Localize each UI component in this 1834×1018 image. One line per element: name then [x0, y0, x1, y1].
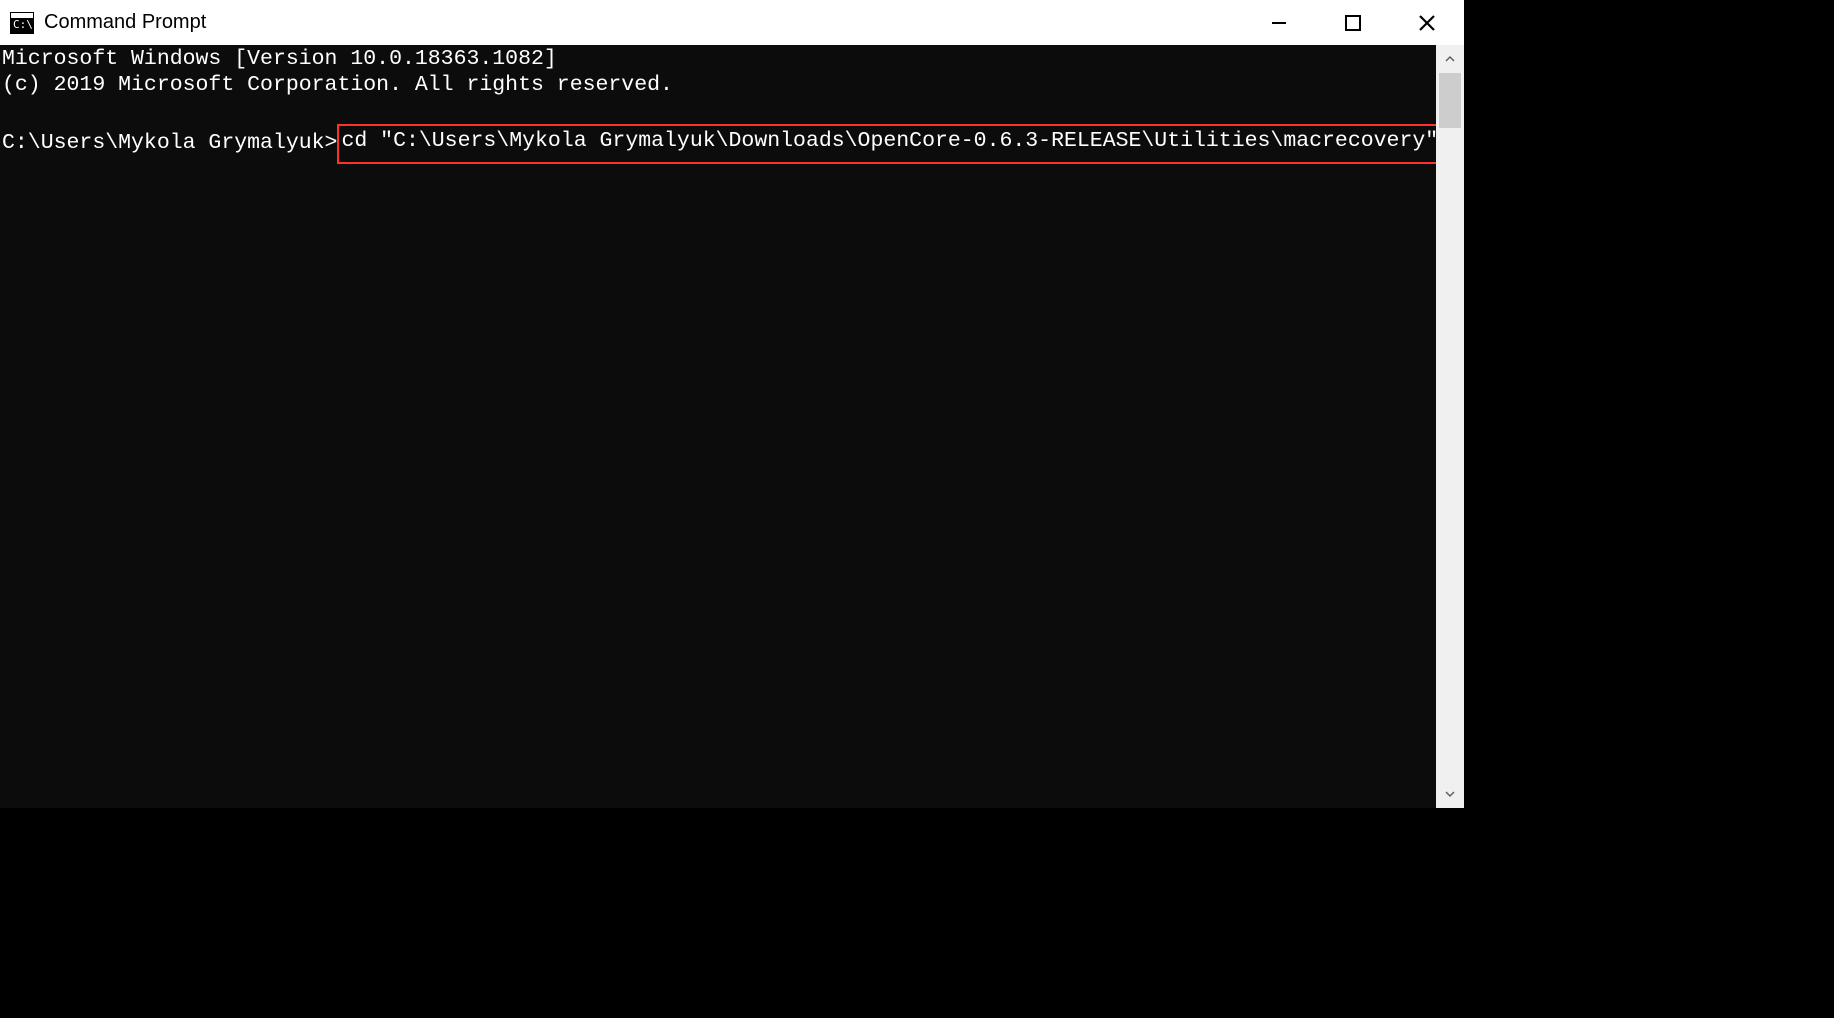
- scroll-thumb[interactable]: [1439, 73, 1461, 128]
- scroll-up-arrow-icon[interactable]: [1436, 45, 1464, 73]
- scroll-down-arrow-icon[interactable]: [1436, 780, 1464, 808]
- typed-command: cd "C:\Users\Mykola Grymalyuk\Downloads\…: [341, 129, 1436, 153]
- window-title: Command Prompt: [44, 11, 206, 34]
- svg-text:C:\: C:\: [13, 18, 33, 31]
- vertical-scrollbar[interactable]: [1436, 45, 1464, 808]
- prompt-line: C:\Users\Mykola Grymalyuk>cd "C:\Users\M…: [2, 124, 1436, 165]
- highlighted-command-annotation: cd "C:\Users\Mykola Grymalyuk\Downloads\…: [337, 124, 1436, 165]
- prompt-text: C:\Users\Mykola Grymalyuk>: [2, 131, 337, 157]
- scroll-track[interactable]: [1436, 73, 1464, 780]
- close-button[interactable]: [1390, 0, 1464, 45]
- output-line: (c) 2019 Microsoft Corporation. All righ…: [2, 73, 1436, 99]
- cmd-app-icon: C:\: [10, 12, 34, 34]
- window-buttons: [1242, 0, 1464, 45]
- blank-line: [2, 98, 1436, 124]
- command-prompt-window: C:\ Command Prompt Microsoft Windows [Ve…: [0, 0, 1464, 808]
- terminal-output[interactable]: Microsoft Windows [Version 10.0.18363.10…: [0, 45, 1436, 808]
- output-line: Microsoft Windows [Version 10.0.18363.10…: [2, 47, 1436, 73]
- titlebar[interactable]: C:\ Command Prompt: [0, 0, 1464, 45]
- maximize-button[interactable]: [1316, 0, 1390, 45]
- client-area: Microsoft Windows [Version 10.0.18363.10…: [0, 45, 1464, 808]
- minimize-button[interactable]: [1242, 0, 1316, 45]
